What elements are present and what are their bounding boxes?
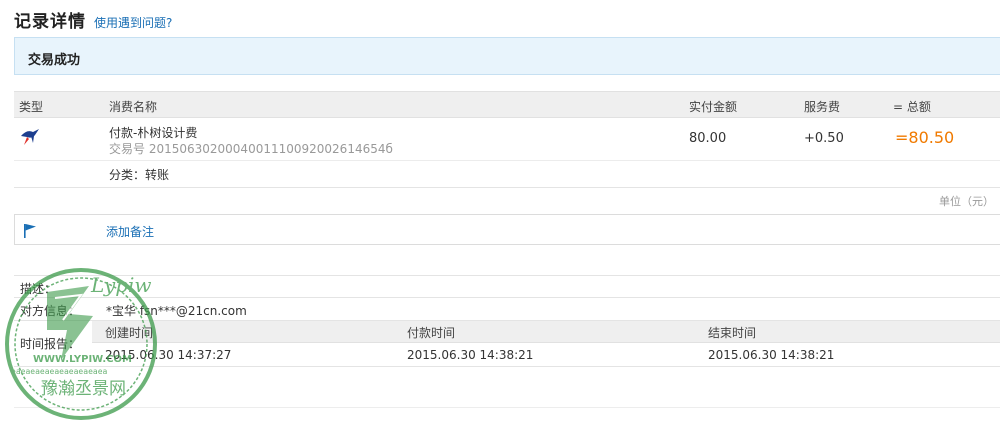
party-label: 对方信息：	[20, 304, 81, 318]
paid-time: 2015.06.30 14:38:21	[407, 348, 534, 362]
info-table: 描述： 对方信息： *宝华 fsn***@21cn.com 时间报告： 创建时间…	[14, 275, 1000, 367]
col-fee: 服务费	[804, 100, 841, 114]
desc-label: 描述：	[20, 282, 57, 296]
transaction-name: 付款-朴树设计费	[109, 126, 198, 140]
time-header: 创建时间 付款时间 结束时间	[92, 321, 1000, 343]
unit-note: 单位（元）	[939, 195, 994, 208]
col-type: 类型	[19, 100, 44, 114]
paid-time-header: 付款时间	[407, 326, 456, 340]
end-time-header: 结束时间	[708, 326, 757, 340]
page-title: 记录详情	[14, 12, 86, 32]
service-fee: +0.50	[804, 131, 844, 146]
time-label: 时间报告：	[20, 337, 81, 351]
trade-number: 交易号 2015063020004001110092002614654б	[109, 142, 393, 156]
desc-row: 描述：	[14, 275, 1000, 297]
header: 记录详情 使用遇到问题?	[14, 7, 172, 33]
memo-box: 添加备注	[14, 214, 1000, 245]
table-header: 类型 消费名称 实付金额 服务费 = 总额	[14, 91, 1000, 118]
end-time: 2015.06.30 14:38:21	[708, 348, 835, 362]
col-amount: 实付金额	[689, 100, 738, 114]
transfer-swallow-icon	[19, 128, 41, 151]
created-time: 2015.06.30 14:37:27	[105, 348, 232, 362]
status-banner: 交易成功	[14, 37, 1000, 75]
col-total: = 总额	[893, 100, 931, 114]
watermark-top-text: eaeaeaeaeaeaeaeaeaea	[11, 367, 108, 376]
party-row: 对方信息： *宝华 fsn***@21cn.com	[14, 297, 1000, 320]
col-name: 消费名称	[109, 100, 158, 114]
table-row: 付款-朴树设计费 交易号 201506302000400111009200261…	[14, 118, 1000, 161]
category-label: 分类：转账	[109, 168, 170, 182]
total-amount: =80.50	[895, 128, 955, 147]
created-time-header: 创建时间	[105, 326, 154, 340]
transaction-table: 类型 消费名称 实付金额 服务费 = 总额 付款-朴树设计费 交易号 20150…	[14, 91, 1000, 188]
watermark-bottom-text: 豫瀚丞景网	[41, 379, 126, 399]
add-memo-link[interactable]: 添加备注	[106, 223, 154, 240]
help-link[interactable]: 使用遇到问题?	[94, 14, 172, 31]
status-text: 交易成功	[28, 53, 81, 68]
party-value: *宝华 fsn***@21cn.com	[106, 304, 247, 318]
time-row: 时间报告： 创建时间 付款时间 结束时间 2015.06.30 14:37:27…	[14, 320, 1000, 367]
category-row: 分类：转账	[14, 161, 1000, 188]
bottom-divider	[14, 407, 1000, 408]
flag-icon	[23, 223, 37, 241]
paid-amount: 80.00	[689, 131, 727, 146]
